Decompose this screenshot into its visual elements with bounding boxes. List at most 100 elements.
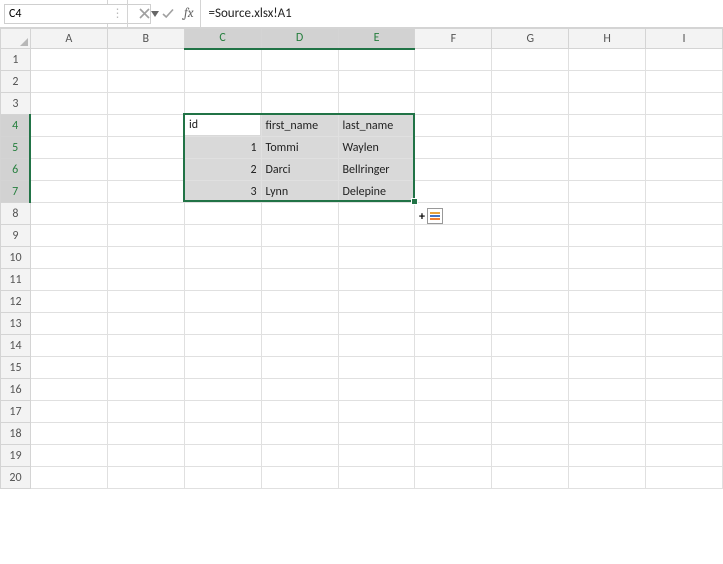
row-header-3[interactable]: 3	[1, 93, 31, 115]
cell-B5[interactable]	[107, 137, 184, 159]
cell-C15[interactable]	[184, 357, 261, 379]
cell-C11[interactable]	[184, 269, 261, 291]
cell-F1[interactable]	[415, 49, 492, 71]
cell-H18[interactable]	[569, 423, 646, 445]
enter-formula-button[interactable]	[158, 4, 178, 24]
cell-E10[interactable]	[338, 247, 415, 269]
cell-H13[interactable]	[569, 313, 646, 335]
row-header-6[interactable]: 6	[1, 159, 31, 181]
cell-I13[interactable]	[646, 313, 723, 335]
cell-B10[interactable]	[107, 247, 184, 269]
cell-E11[interactable]	[338, 269, 415, 291]
cell-I18[interactable]	[646, 423, 723, 445]
cell-A19[interactable]	[30, 445, 107, 467]
row-header-10[interactable]: 10	[1, 247, 31, 269]
cell-E15[interactable]	[338, 357, 415, 379]
cell-B2[interactable]	[107, 71, 184, 93]
cell-E5[interactable]: Waylen	[338, 137, 415, 159]
cell-A15[interactable]	[30, 357, 107, 379]
cell-F4[interactable]	[415, 115, 492, 137]
cell-H2[interactable]	[569, 71, 646, 93]
cell-C10[interactable]	[184, 247, 261, 269]
cell-C16[interactable]	[184, 379, 261, 401]
cell-H11[interactable]	[569, 269, 646, 291]
row-header-8[interactable]: 8	[1, 203, 31, 225]
cell-A13[interactable]	[30, 313, 107, 335]
row-header-12[interactable]: 12	[1, 291, 31, 313]
cell-F12[interactable]	[415, 291, 492, 313]
cell-F20[interactable]	[415, 467, 492, 489]
cell-B17[interactable]	[107, 401, 184, 423]
cell-B3[interactable]	[107, 93, 184, 115]
cell-G14[interactable]	[492, 335, 569, 357]
cell-I17[interactable]	[646, 401, 723, 423]
cell-G13[interactable]	[492, 313, 569, 335]
cell-I20[interactable]	[646, 467, 723, 489]
cell-F9[interactable]	[415, 225, 492, 247]
cell-H5[interactable]	[569, 137, 646, 159]
cell-B13[interactable]	[107, 313, 184, 335]
cell-E1[interactable]	[338, 49, 415, 71]
cell-E17[interactable]	[338, 401, 415, 423]
cell-F10[interactable]	[415, 247, 492, 269]
cell-C9[interactable]	[184, 225, 261, 247]
cell-A2[interactable]	[30, 71, 107, 93]
cell-G2[interactable]	[492, 71, 569, 93]
fill-handle[interactable]	[411, 198, 418, 205]
cell-H1[interactable]	[569, 49, 646, 71]
cell-D8[interactable]	[261, 203, 338, 225]
cell-B7[interactable]	[107, 181, 184, 203]
cell-D3[interactable]	[261, 93, 338, 115]
cell-D10[interactable]	[261, 247, 338, 269]
cell-H9[interactable]	[569, 225, 646, 247]
cell-C6[interactable]: 2	[184, 159, 261, 181]
cell-H10[interactable]	[569, 247, 646, 269]
cell-B19[interactable]	[107, 445, 184, 467]
cell-I6[interactable]	[646, 159, 723, 181]
cell-A16[interactable]	[30, 379, 107, 401]
cell-F17[interactable]	[415, 401, 492, 423]
row-header-18[interactable]: 18	[1, 423, 31, 445]
cell-I9[interactable]	[646, 225, 723, 247]
cell-A20[interactable]	[30, 467, 107, 489]
cell-H14[interactable]	[569, 335, 646, 357]
row-header-4[interactable]: 4	[1, 115, 31, 137]
cell-G4[interactable]	[492, 115, 569, 137]
cell-F7[interactable]	[415, 181, 492, 203]
cell-C8[interactable]	[184, 203, 261, 225]
cell-C17[interactable]	[184, 401, 261, 423]
cell-G1[interactable]	[492, 49, 569, 71]
cell-H3[interactable]	[569, 93, 646, 115]
cell-I10[interactable]	[646, 247, 723, 269]
cell-E2[interactable]	[338, 71, 415, 93]
cell-G17[interactable]	[492, 401, 569, 423]
cell-F11[interactable]	[415, 269, 492, 291]
cell-D16[interactable]	[261, 379, 338, 401]
row-header-16[interactable]: 16	[1, 379, 31, 401]
cell-D13[interactable]	[261, 313, 338, 335]
cell-I8[interactable]	[646, 203, 723, 225]
cell-E19[interactable]	[338, 445, 415, 467]
cell-A11[interactable]	[30, 269, 107, 291]
cell-A12[interactable]	[30, 291, 107, 313]
quick-analysis-button[interactable]: +	[425, 208, 445, 224]
select-all-cell[interactable]	[1, 29, 31, 49]
cell-G20[interactable]	[492, 467, 569, 489]
cell-A5[interactable]	[30, 137, 107, 159]
cell-G7[interactable]	[492, 181, 569, 203]
cell-F2[interactable]	[415, 71, 492, 93]
cell-B16[interactable]	[107, 379, 184, 401]
cell-D11[interactable]	[261, 269, 338, 291]
cell-D7[interactable]: Lynn	[261, 181, 338, 203]
fx-label[interactable]: fx	[184, 6, 194, 21]
cell-A9[interactable]	[30, 225, 107, 247]
cell-I5[interactable]	[646, 137, 723, 159]
cell-D1[interactable]	[261, 49, 338, 71]
cell-H12[interactable]	[569, 291, 646, 313]
cell-B14[interactable]	[107, 335, 184, 357]
cell-A14[interactable]	[30, 335, 107, 357]
cell-F5[interactable]	[415, 137, 492, 159]
cell-B18[interactable]	[107, 423, 184, 445]
cell-G12[interactable]	[492, 291, 569, 313]
cell-D5[interactable]: Tommi	[261, 137, 338, 159]
